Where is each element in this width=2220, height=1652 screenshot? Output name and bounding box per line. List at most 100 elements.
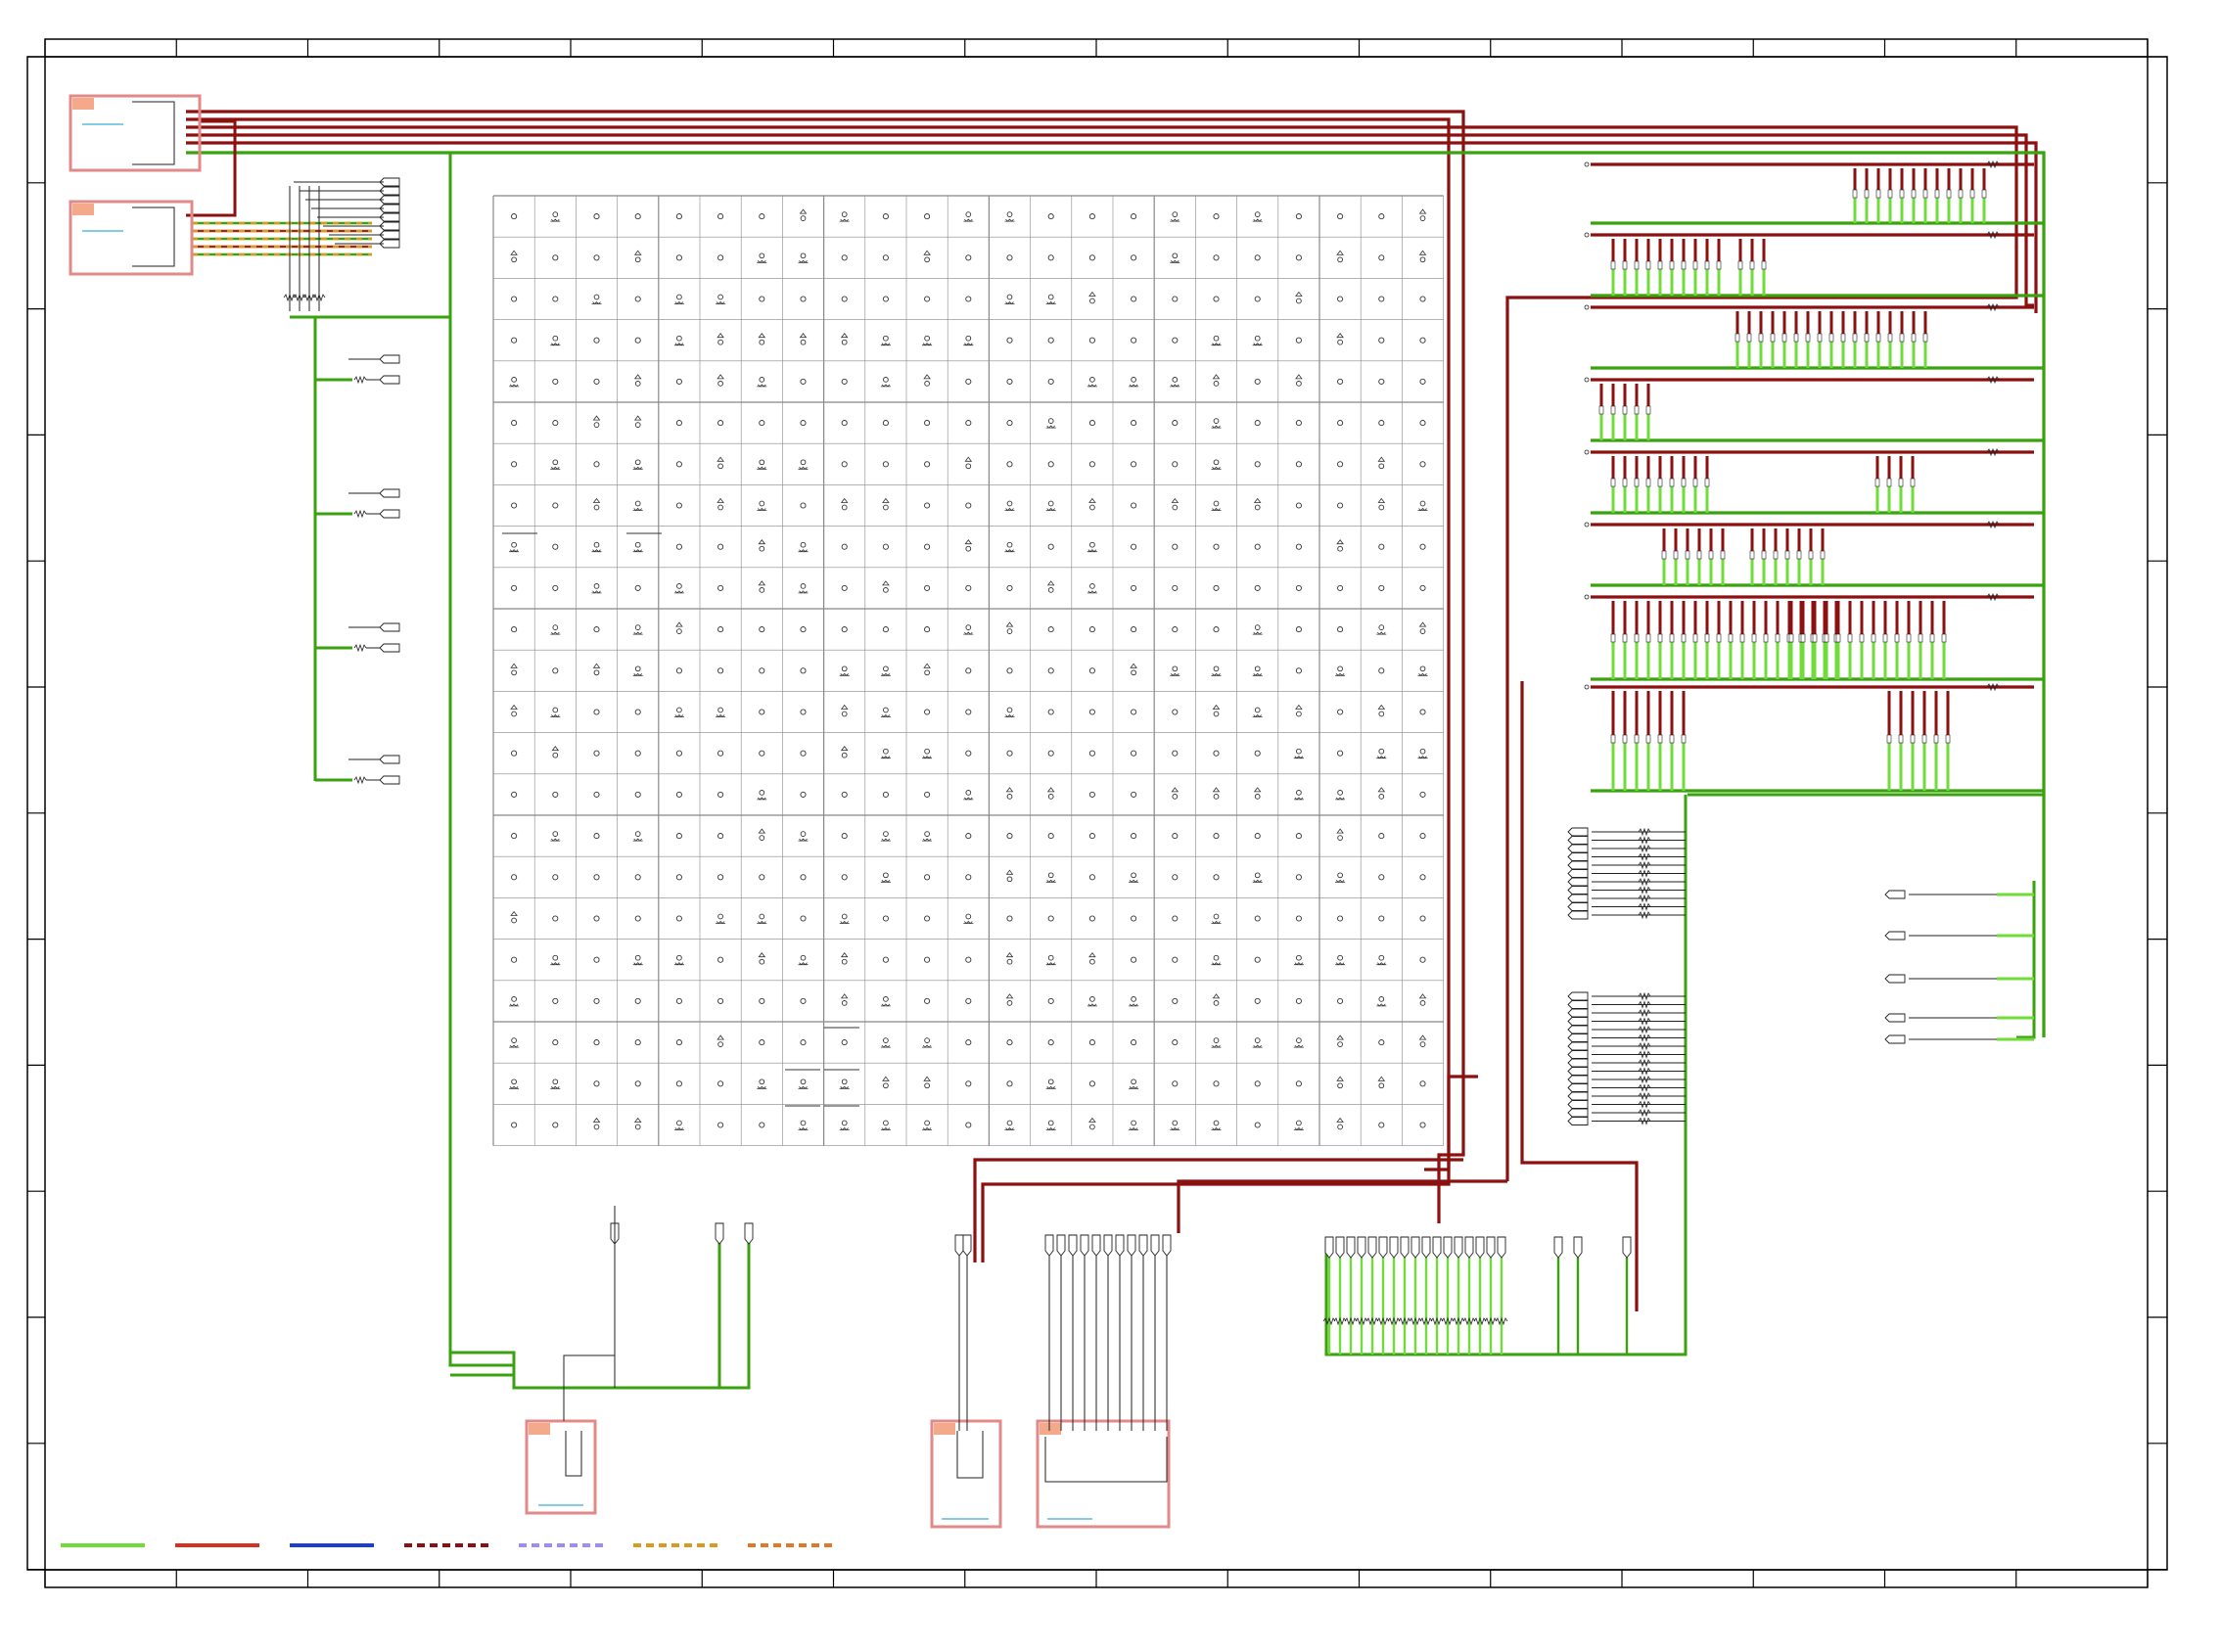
cell-terminal-icon (1254, 833, 1261, 840)
cell-terminal-icon (1131, 296, 1137, 302)
cell-terminal-icon (1172, 956, 1179, 963)
cell-sensor-icon (550, 713, 561, 718)
terminal-pin-icon (715, 1222, 724, 1245)
rack-fuse-icon (1696, 550, 1702, 560)
rack-fuse-icon (1911, 333, 1917, 343)
cell-sensor-icon (1213, 335, 1220, 342)
cell-terminal-icon (1088, 1039, 1095, 1046)
cell-sensor-icon (634, 624, 641, 630)
cell-terminal-icon (675, 543, 682, 550)
cell-output-icon (1419, 256, 1426, 263)
cell-terminal-icon (1295, 833, 1302, 840)
cell-output-icon (1088, 952, 1096, 958)
cell-sensor-icon (1213, 665, 1220, 672)
cell-sensor-icon (1252, 713, 1263, 718)
cell-terminal-icon (717, 956, 724, 963)
cell-output-icon (759, 958, 765, 965)
rack-fuse-icon (1704, 260, 1710, 270)
cell-terminal-icon (1295, 420, 1302, 427)
cell-terminal-icon (634, 213, 641, 220)
cell-terminal-icon (1254, 997, 1261, 1004)
cell-sensor-icon (1129, 1003, 1139, 1007)
cell-output-icon (1006, 628, 1013, 634)
cell-terminal-icon (800, 1039, 807, 1046)
cell-output-icon (1337, 1124, 1343, 1130)
cell-terminal-icon (1172, 750, 1179, 757)
rack-fuse-icon (1898, 734, 1904, 744)
cell-terminal-icon (1419, 833, 1426, 840)
cell-sensor-icon (759, 500, 765, 507)
cell-sensor-icon (883, 665, 889, 672)
rack-fuse-icon (1610, 478, 1616, 487)
cell-output-icon (840, 993, 849, 999)
cell-sensor-icon (1296, 748, 1302, 755)
cell-sensor-icon (759, 377, 765, 383)
cell-sensor-icon (1417, 756, 1428, 759)
cell-output-icon (1006, 1000, 1013, 1006)
cell-sensor-icon (963, 218, 974, 222)
cell-sensor-icon (963, 631, 974, 635)
cell-sensor-icon (924, 1037, 930, 1043)
cell-sensor-icon (798, 1126, 809, 1131)
rack-fuse-icon (1692, 260, 1698, 270)
cell-sensor-icon (841, 1078, 848, 1085)
cell-output-icon (841, 711, 848, 717)
terminal-pin-icon (379, 354, 400, 364)
cell-terminal-icon (1419, 1080, 1426, 1087)
cell-terminal-icon (759, 750, 765, 757)
terminal-pin-icon (379, 375, 400, 385)
cell-terminal-icon (593, 254, 600, 261)
cell-output-icon (510, 910, 518, 916)
rack-terminal-icon (1584, 377, 1590, 383)
terminal-pin-icon (1091, 1234, 1101, 1257)
cell-sensor-icon (880, 384, 891, 388)
cell-sensor-icon (1376, 756, 1387, 759)
cell-terminal-icon (1295, 254, 1302, 261)
cell-output-icon (717, 339, 723, 345)
cell-output-icon (840, 746, 849, 752)
cell-sensor-icon (511, 1078, 517, 1085)
cell-terminal-icon (1088, 667, 1095, 674)
cell-terminal-icon (1337, 420, 1344, 427)
cell-sensor-icon (798, 466, 809, 470)
cell-output-icon (840, 497, 849, 503)
cell-terminal-icon (717, 626, 724, 633)
cell-terminal-icon (841, 626, 848, 633)
rack-fuse-icon (1871, 633, 1876, 643)
cell-output-icon (1419, 628, 1426, 634)
cell-output-icon (841, 958, 848, 965)
cell-terminal-icon (1172, 420, 1179, 427)
cell-sensor-icon (1293, 1044, 1304, 1048)
cell-terminal-icon (1419, 874, 1426, 881)
rack-terminal-icon (1584, 684, 1590, 690)
cell-sensor-icon (1004, 507, 1015, 512)
cell-sensor-icon (634, 459, 641, 466)
terminal-pin-icon (1056, 1234, 1066, 1257)
cell-sensor-icon (1378, 954, 1385, 961)
cell-sensor-icon (965, 790, 972, 796)
cell-terminal-icon (1047, 543, 1054, 550)
cell-terminal-icon (552, 915, 559, 922)
cell-output-icon (1337, 339, 1343, 345)
cell-terminal-icon (1088, 213, 1095, 220)
cell-terminal-icon (675, 997, 682, 1004)
cell-sensor-icon (1378, 748, 1385, 755)
cell-terminal-icon (1419, 461, 1426, 468)
cell-output-icon (1418, 621, 1427, 627)
cell-terminal-icon (1131, 1039, 1137, 1046)
cell-terminal-icon (675, 254, 682, 261)
cell-sensor-icon (1335, 797, 1346, 801)
cell-sensor-icon (1004, 713, 1015, 718)
cell-output-icon (1337, 545, 1343, 552)
cell-terminal-icon (1378, 833, 1385, 840)
cell-terminal-icon (1378, 213, 1385, 220)
cell-output-icon (1377, 497, 1386, 503)
cell-terminal-icon (924, 502, 931, 509)
cell-output-icon (1419, 1041, 1426, 1047)
cell-output-icon (593, 422, 600, 428)
terminal-pin-icon (1080, 1234, 1089, 1257)
cell-terminal-icon (717, 1080, 724, 1087)
cell-terminal-icon (1378, 584, 1385, 591)
cell-output-icon (924, 381, 930, 387)
cell-sensor-icon (880, 343, 891, 346)
